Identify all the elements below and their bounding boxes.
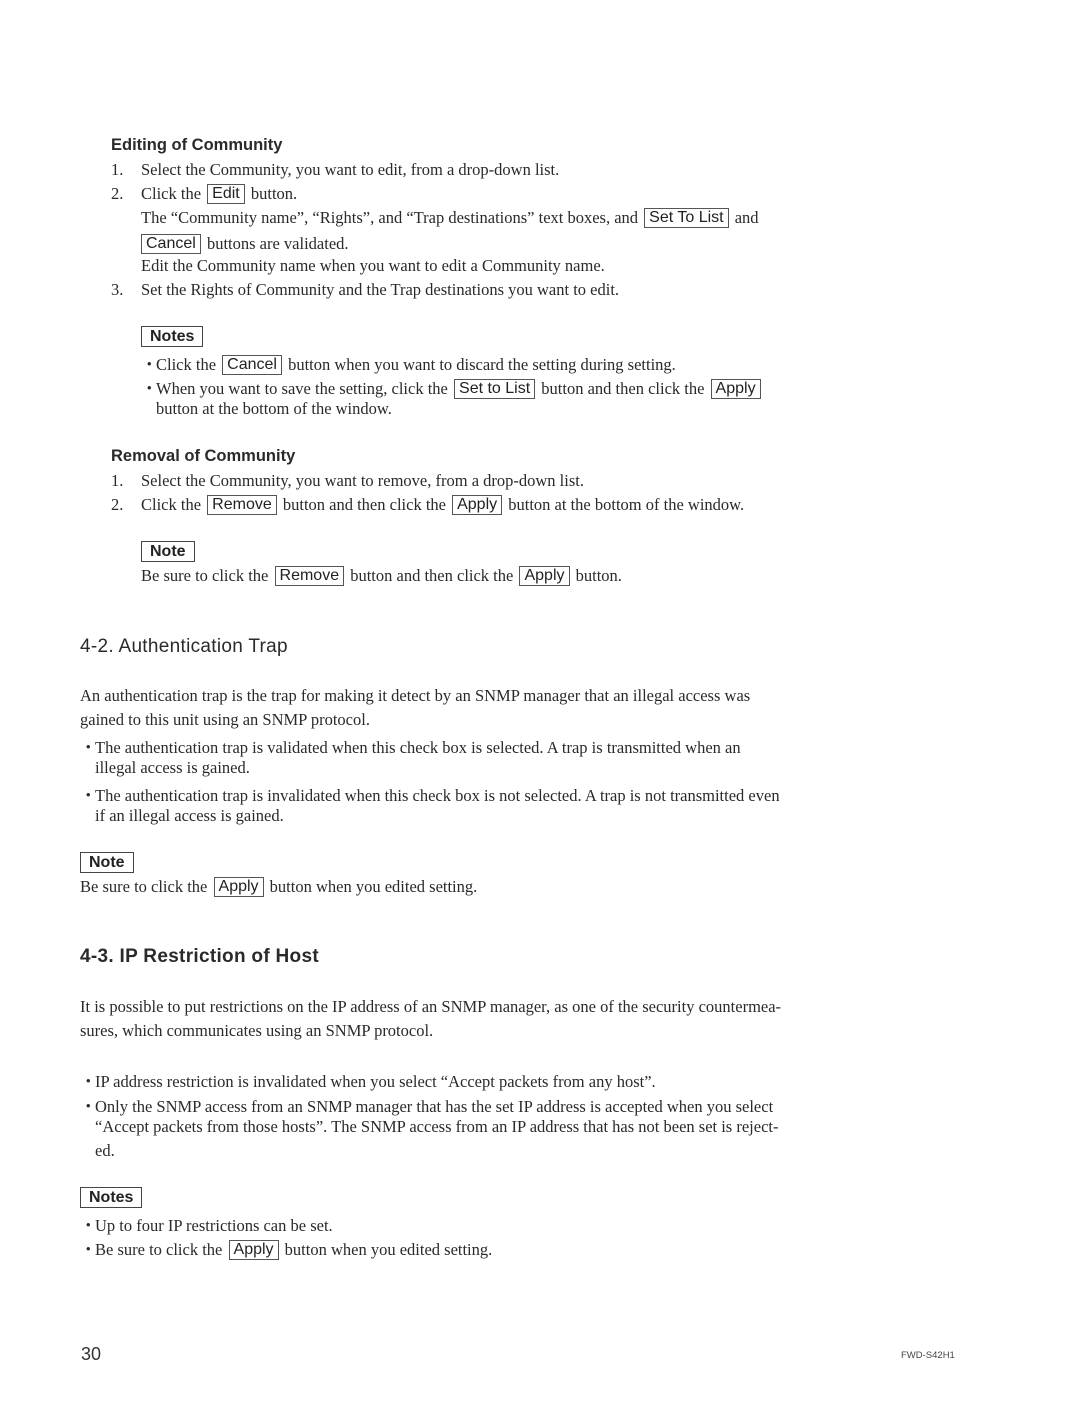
apply-button[interactable]: Apply [452, 495, 503, 515]
note-text: Up to four IP restrictions can be set. [95, 1216, 333, 1235]
bullet-icon: ・ [141, 355, 158, 374]
ip-restriction-note-1: ・Up to four IP restrictions can be set. [80, 1212, 333, 1236]
ip-restriction-bullet-2: ・Only the SNMP access from an SNMP manag… [80, 1093, 773, 1117]
editing-step-2-detail-3: Edit the Community name when you want to… [141, 256, 605, 275]
bullet-icon: ・ [141, 379, 158, 398]
step-text: and [734, 208, 759, 227]
step-number: 2. [111, 184, 124, 203]
remove-button[interactable]: Remove [207, 495, 277, 515]
auth-trap-note-label: Note [80, 852, 134, 873]
step-text: button at the bottom of the window. [508, 495, 745, 514]
editing-step-2: 2. Click the Edit button. [111, 184, 297, 204]
bullet-text: Only the SNMP access from an SNMP manage… [95, 1097, 774, 1116]
auth-trap-bullet-2-cont: if an illegal access is gained. [95, 806, 284, 825]
note-text: button and then click the [541, 379, 705, 398]
note-text: button when you want to discard the sett… [288, 355, 676, 374]
editing-community-heading: Editing of Community [111, 136, 283, 154]
cancel-button[interactable]: Cancel [222, 355, 282, 375]
editing-step-2-detail: The “Community name”, “Rights”, and “Tra… [141, 208, 759, 228]
auth-trap-note: Be sure to click the Apply button when y… [80, 877, 477, 897]
auth-trap-bullet-2: ・The authentication trap is invalidated … [80, 782, 780, 806]
step-text: Select the Community, you want to remove… [141, 471, 584, 490]
note-text: Be sure to click the [95, 1240, 223, 1259]
removal-community-heading: Removal of Community [111, 447, 296, 465]
auth-trap-para-line-1: An authentication trap is the trap for m… [80, 686, 751, 705]
ip-restriction-note-2: ・Be sure to click the Apply button when … [80, 1236, 492, 1260]
removal-step-1: 1. Select the Community, you want to remo… [111, 471, 584, 491]
remove-button[interactable]: Remove [274, 566, 345, 586]
step-text: The “Community name”, “Rights”, and “Tra… [141, 208, 639, 227]
ip-restriction-heading: 4-3. IP Restriction of Host [80, 946, 319, 967]
notes-box: Notes [141, 326, 204, 347]
step-number: 1. [111, 471, 124, 490]
editing-note-2-cont: button at the bottom of the window. [156, 399, 392, 418]
bullet-icon: ・ [80, 786, 97, 805]
bullet-icon: ・ [80, 1240, 97, 1259]
step-number: 3. [111, 280, 124, 299]
note-text: Be sure to click the [80, 877, 208, 896]
set-to-list-button[interactable]: Set To List [644, 208, 729, 228]
editing-step-1: 1. Select the Community, you want to edit… [111, 160, 559, 180]
editing-note-2: ・When you want to save the setting, clic… [141, 375, 763, 399]
ip-restriction-bullet-1: ・IP address restriction is invalidated w… [80, 1068, 656, 1092]
removal-note-label: Note [141, 541, 195, 562]
bullet-icon: ・ [80, 738, 97, 757]
step-text: button. [250, 184, 298, 203]
note-text: button and then click the [350, 566, 514, 585]
note-box: Note [141, 541, 195, 562]
step-text: Set the Rights of Community and the Trap… [141, 280, 620, 299]
apply-button[interactable]: Apply [213, 877, 264, 897]
apply-button[interactable]: Apply [710, 379, 761, 399]
step-number: 2. [111, 495, 124, 514]
removal-step-2: 2. Click the Remove button and then click… [111, 495, 744, 515]
removal-note: Be sure to click the Remove button and t… [141, 566, 622, 586]
step-text: Click the [141, 495, 202, 514]
auth-trap-para-line-2: gained to this unit using an SNMP protoc… [80, 710, 370, 729]
page-number: 30 [81, 1344, 102, 1364]
editing-notes-label: Notes [141, 326, 204, 347]
cancel-button[interactable]: Cancel [141, 234, 201, 254]
apply-button[interactable]: Apply [519, 566, 570, 586]
ip-restriction-para-line-2: sures, which communicates using an SNMP … [80, 1021, 434, 1040]
model-number: FWD-S42H1 [901, 1350, 955, 1361]
apply-button[interactable]: Apply [228, 1240, 279, 1260]
note-text: Be sure to click the [141, 566, 269, 585]
ip-restriction-bullet-2-cont: “Accept packets from those hosts”. The S… [95, 1117, 779, 1136]
ip-restriction-notes-label: Notes [80, 1187, 143, 1208]
step-text: Select the Community, you want to edit, … [141, 160, 560, 179]
edit-button[interactable]: Edit [207, 184, 245, 204]
auth-trap-bullet-1: ・The authentication trap is validated wh… [80, 734, 741, 758]
note-text: button when you edited setting. [269, 877, 478, 896]
bullet-icon: ・ [80, 1216, 97, 1235]
ip-restriction-para-line-1: It is possible to put restrictions on th… [80, 997, 782, 1016]
editing-step-3: 3. Set the Rights of Community and the Tr… [111, 280, 619, 300]
note-box: Note [80, 852, 134, 873]
set-to-list-button[interactable]: Set to List [454, 379, 536, 399]
authentication-trap-heading: 4-2. Authentication Trap [80, 636, 288, 657]
step-text: Click the [141, 184, 202, 203]
bullet-text: The authentication trap is validated whe… [95, 738, 741, 757]
auth-trap-bullet-1-cont: illegal access is gained. [95, 758, 250, 777]
ip-restriction-bullet-2-cont-2: ed. [95, 1141, 115, 1160]
step-number: 1. [111, 160, 124, 179]
editing-note-1: ・Click the Cancel button when you want t… [141, 351, 676, 375]
bullet-text: IP address restriction is invalidated wh… [95, 1072, 656, 1091]
note-text: button. [575, 566, 622, 585]
step-text: button and then click the [282, 495, 446, 514]
bullet-icon: ・ [80, 1072, 97, 1091]
note-text: button when you edited setting. [284, 1240, 493, 1259]
bullet-text: The authentication trap is invalidated w… [95, 786, 780, 805]
note-text: When you want to save the setting, click… [156, 379, 448, 398]
bullet-icon: ・ [80, 1097, 97, 1116]
note-text: Click the [156, 355, 217, 374]
notes-box: Notes [80, 1187, 143, 1208]
editing-step-2-detail-2: Cancel buttons are validated. [141, 234, 349, 254]
step-text: buttons are validated. [206, 234, 349, 253]
